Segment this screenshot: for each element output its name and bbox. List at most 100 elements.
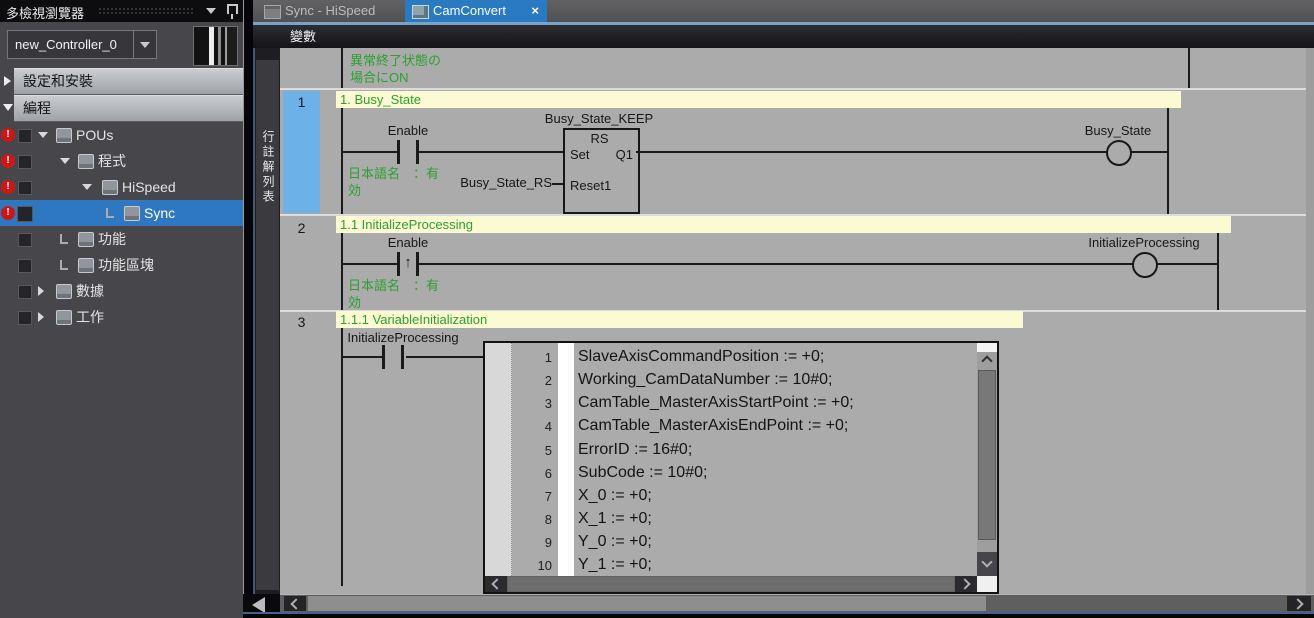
expand-arrow-icon[interactable] (38, 132, 48, 138)
error-badge: ! (1, 154, 15, 168)
coil-busy-state[interactable] (1106, 140, 1132, 166)
tree-item-tasks[interactable]: 工作 (0, 304, 243, 330)
wire-segment (406, 356, 483, 358)
rung2-title: 1.1 InitializeProcessing (340, 217, 473, 232)
expand-arrow-icon[interactable] (82, 184, 92, 190)
rung-number[interactable]: 2 (283, 220, 320, 236)
tab-camconvert[interactable]: CamConvert × (405, 0, 547, 22)
rung1-number-cell-selected[interactable]: 1 (283, 91, 320, 213)
editor-horizontal-scrollbar[interactable] (280, 594, 1314, 612)
tree-item-label: Sync (144, 200, 175, 226)
st-code-line[interactable]: CamTable_MasterAxisStartPoint := +0; (578, 394, 854, 412)
coil-operand[interactable]: Busy_State (1058, 123, 1178, 138)
rs-function-block[interactable]: RS Set Q1 Reset1 (563, 128, 640, 214)
st-code-line[interactable]: Y_0 := +0; (578, 533, 652, 551)
coil-initialize-processing[interactable] (1132, 252, 1158, 278)
scroll-left-button[interactable] (284, 596, 306, 611)
contact-operand[interactable]: InitializeProcessing (338, 330, 468, 345)
tree-branch-elbow (60, 260, 68, 270)
tree-item-label: 工作 (76, 304, 104, 330)
scroll-right-icon (1292, 598, 1303, 609)
expand-arrow-icon[interactable] (60, 158, 70, 164)
contact-initialize-processing[interactable] (382, 345, 404, 369)
rung-comment: 場合にON (350, 67, 409, 86)
contact-enable-rising-edge[interactable]: ↑ (397, 252, 419, 276)
fb-instance-name[interactable]: Busy_State_KEEP (524, 111, 674, 126)
section-expanded-arrow-icon[interactable] (3, 104, 13, 111)
inline-st-editor[interactable]: 1 2 3 4 5 6 7 8 9 10 SlaveAxisCommandPos… (483, 341, 999, 594)
st-code-line[interactable]: CamTable_MasterAxisEndPoint := +0; (578, 417, 848, 435)
rung2-header[interactable]: 1.1 InitializeProcessing (336, 216, 1231, 233)
panel-splitter[interactable] (244, 0, 255, 618)
scrollbar-thumb[interactable] (508, 577, 954, 591)
coil-operand[interactable]: InitializeProcessing (1074, 235, 1214, 250)
st-horizontal-scrollbar[interactable] (485, 576, 977, 592)
contact-operand[interactable]: Enable (368, 123, 448, 138)
rung3-header[interactable]: 1.1.1 VariableInitialization (336, 311, 1023, 328)
error-badge: ! (1, 180, 15, 194)
scroll-up-icon[interactable] (981, 355, 992, 366)
variables-bar[interactable]: 變數 (253, 25, 1314, 48)
st-code-line[interactable]: ErrorID := 16#0; (578, 441, 692, 459)
panel-menu-arrow-icon[interactable] (206, 8, 216, 14)
st-line-number: 2 (511, 373, 552, 388)
contact-bar (382, 345, 385, 369)
collapse-panel-arrow-icon[interactable] (252, 597, 265, 613)
st-code-line[interactable]: Working_CamDataNumber := 10#0; (578, 371, 833, 389)
tree-item-programs[interactable]: ! 程式 (0, 148, 243, 174)
tree-item-label: 功能 (98, 226, 126, 252)
line-comment-list-tab[interactable]: 行註解列表 (256, 60, 279, 590)
section-programming[interactable]: 編程 (14, 95, 243, 122)
variable-comment: 効 (348, 180, 361, 199)
wire-segment (419, 263, 1217, 265)
rung1-header[interactable]: 1. Busy_State (336, 91, 1181, 108)
power-rail (341, 108, 343, 214)
tree-item-sync[interactable]: ! Sync (0, 200, 243, 226)
collapsed-arrow-icon[interactable] (38, 286, 44, 296)
scroll-down-button[interactable] (977, 552, 997, 576)
reset-operand[interactable]: Busy_State_RS (420, 175, 552, 190)
st-code-line[interactable]: X_0 := +0; (578, 487, 652, 505)
st-line-number: 7 (511, 489, 552, 504)
tree-item-pous[interactable]: ! POUs (0, 122, 243, 148)
document-tab-bar: Sync - HiSpeed CamConvert × (253, 0, 1314, 22)
close-icon[interactable]: × (531, 0, 539, 22)
collapsed-arrow-icon[interactable] (38, 312, 44, 322)
contact-enable[interactable] (397, 140, 419, 164)
rung-separator (280, 88, 1314, 90)
contact-operand[interactable]: Enable (368, 235, 448, 250)
programs-folder-icon (78, 154, 94, 169)
scrollbar-thumb[interactable] (978, 370, 996, 540)
scroll-left-button[interactable] (485, 576, 507, 592)
scrollbar-thumb[interactable] (308, 596, 986, 611)
st-code-line[interactable]: SubCode := 10#0; (578, 464, 707, 482)
st-line-number: 9 (511, 535, 552, 550)
power-rail (341, 48, 343, 88)
pous-folder-icon (56, 128, 72, 143)
st-code-line[interactable]: Y_1 := +0; (578, 556, 652, 574)
rung-number[interactable]: 3 (283, 314, 320, 330)
build-check-square (18, 285, 32, 299)
st-line-number: 5 (511, 443, 552, 458)
st-code-line[interactable]: SlaveAxisCommandPosition := +0; (578, 348, 824, 366)
scroll-right-button[interactable] (1287, 596, 1311, 611)
tree-item-data[interactable]: 數據 (0, 278, 243, 304)
drag-grip-texture[interactable] (98, 7, 194, 15)
pin-icon[interactable] (227, 4, 238, 14)
controller-dropdown-button[interactable] (133, 31, 156, 58)
tree-item-function-blocks[interactable]: 功能區塊 (0, 252, 243, 278)
tree-item-functions[interactable]: 功能 (0, 226, 243, 252)
scroll-right-button[interactable] (955, 576, 977, 592)
build-check-square (17, 206, 33, 222)
section-configurations-setup[interactable]: 設定和安裝 (14, 68, 243, 95)
power-rail (341, 328, 343, 586)
section-label: 設定和安裝 (23, 69, 93, 94)
st-vertical-scrollbar[interactable] (977, 343, 997, 576)
st-code-line[interactable]: X_1 := +0; (578, 510, 652, 528)
tab-sync-hispeed[interactable]: Sync - HiSpeed (257, 0, 403, 22)
fb-input-reset: Reset1 (570, 178, 611, 193)
section-collapsed-arrow-icon[interactable] (4, 76, 11, 86)
variable-comment: 日本語名 ：有 (348, 275, 439, 294)
controller-select[interactable]: new_Controller_0 (7, 30, 157, 59)
tree-item-hispeed[interactable]: ! HiSpeed (0, 174, 243, 200)
